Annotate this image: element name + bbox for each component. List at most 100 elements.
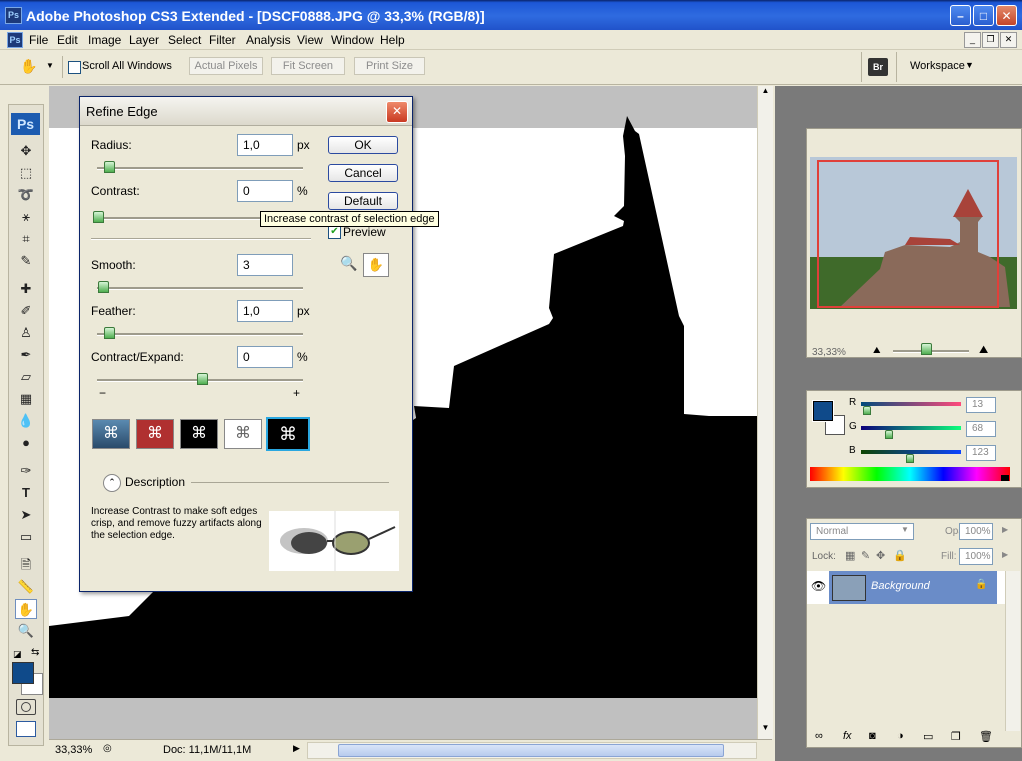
crop-tool-icon[interactable]: ⌗ <box>15 229 37 249</box>
menu-view[interactable]: View <box>297 33 323 47</box>
layer-selected-bg[interactable]: Background 🔒 <box>829 571 997 604</box>
brush-tool-icon[interactable]: ✐ <box>15 301 37 321</box>
zoom-tool-icon[interactable]: 🔍 <box>15 621 37 641</box>
radius-slider-thumb[interactable] <box>104 161 115 173</box>
hand-tool-dialog-icon[interactable]: ✋ <box>363 253 389 277</box>
dodge-tool-icon[interactable]: ● <box>15 433 37 453</box>
menu-filter[interactable]: Filter <box>209 33 236 47</box>
eyedropper-tool-icon[interactable]: ✎ <box>15 251 37 271</box>
preview-checkbox[interactable]: ✔ <box>328 226 341 239</box>
ok-button[interactable]: OK <box>328 136 398 154</box>
color-spectrum-ramp[interactable] <box>810 467 1010 481</box>
contract-expand-field[interactable]: 0 <box>237 346 293 368</box>
add-mask-icon[interactable]: ◙ <box>869 730 876 742</box>
zoom-readout[interactable]: 33,33% <box>55 744 92 756</box>
blur-tool-icon[interactable]: 💧 <box>15 411 37 431</box>
maximize-button[interactable]: □ <box>973 5 994 26</box>
new-layer-icon[interactable]: ❐ <box>951 730 961 743</box>
horizontal-scrollbar[interactable] <box>307 742 757 759</box>
document-icon[interactable]: Ps <box>7 32 23 48</box>
menu-analysis[interactable]: Analysis <box>246 33 291 47</box>
fill-field[interactable]: 100% <box>959 548 993 565</box>
eraser-tool-icon[interactable]: ▱ <box>15 367 37 387</box>
screen-mode-icon[interactable] <box>16 721 36 737</box>
default-colors-icon[interactable]: ◪ <box>13 649 22 660</box>
magic-wand-tool-icon[interactable]: ⚹ <box>15 207 37 227</box>
shape-tool-icon[interactable]: ▭ <box>15 527 37 547</box>
layer-name[interactable]: Background <box>871 580 930 592</box>
close-window-button[interactable]: ✕ <box>996 5 1017 26</box>
quick-mask-icon[interactable] <box>16 699 36 715</box>
visibility-eye-icon[interactable]: 👁 <box>811 579 826 593</box>
ruler-tool-icon[interactable]: 📏 <box>15 577 37 597</box>
link-layers-icon[interactable]: ∞ <box>815 730 823 742</box>
contrast-field[interactable]: 0 <box>237 180 293 202</box>
smooth-slider-track[interactable] <box>97 287 303 290</box>
lock-pixels-icon[interactable]: ✎ <box>861 549 870 562</box>
actual-pixels-button[interactable]: Actual Pixels <box>189 57 263 75</box>
contract-expand-slider-thumb[interactable] <box>197 373 208 385</box>
opacity-arrow-icon[interactable]: ▶ <box>1002 525 1008 534</box>
feather-slider-track[interactable] <box>97 333 303 336</box>
navigator-zoom-value[interactable]: 33,33% <box>812 347 846 358</box>
workspace-dropdown-icon[interactable]: ▼ <box>965 60 974 70</box>
scroll-down-icon[interactable]: ▼ <box>759 723 772 737</box>
zoom-slider-thumb[interactable] <box>921 343 932 355</box>
layer-row[interactable]: 👁 Background 🔒 <box>807 571 1005 604</box>
radius-slider-track[interactable] <box>97 167 303 170</box>
lasso-tool-icon[interactable]: ➰ <box>15 185 37 205</box>
status-menu-icon[interactable]: ◎ <box>103 743 112 754</box>
red-value-field[interactable]: 13 <box>966 397 996 413</box>
blue-value-field[interactable]: 123 <box>966 445 996 461</box>
lock-all-icon[interactable]: 🔒 <box>893 549 907 562</box>
hand-tool-icon[interactable]: ✋ <box>15 599 37 619</box>
fx-icon[interactable]: fx <box>843 730 852 742</box>
radius-field[interactable]: 1,0 <box>237 134 293 156</box>
scroll-up-icon[interactable]: ▲ <box>759 86 772 100</box>
scroll-thumb[interactable] <box>338 744 724 757</box>
blue-slider-thumb[interactable] <box>906 454 914 463</box>
pen-tool-icon[interactable]: ✑ <box>15 461 37 481</box>
move-tool-icon[interactable]: ✥ <box>15 141 37 161</box>
smooth-slider-thumb[interactable] <box>98 281 109 293</box>
scroll-all-windows-checkbox[interactable] <box>68 61 81 74</box>
zoom-in-icon[interactable]: ⛰ <box>979 344 988 357</box>
menu-image[interactable]: Image <box>88 33 121 47</box>
foreground-color-swatch[interactable] <box>12 662 34 684</box>
red-slider-thumb[interactable] <box>863 406 871 415</box>
swap-colors-icon[interactable]: ⇆ <box>31 647 39 658</box>
view-on-black-thumbnail[interactable]: ⌘ <box>180 419 218 449</box>
path-selection-tool-icon[interactable]: ➤ <box>15 505 37 525</box>
menu-file[interactable]: File <box>29 33 48 47</box>
view-on-white-thumbnail[interactable]: ⌘ <box>224 419 262 449</box>
doc-minimize-button[interactable]: _ <box>964 32 981 48</box>
menu-select[interactable]: Select <box>168 33 201 47</box>
print-size-button[interactable]: Print Size <box>354 57 425 75</box>
hand-tool-preset-icon[interactable]: ✋ <box>20 58 37 75</box>
new-group-icon[interactable]: ▭ <box>923 730 933 743</box>
vertical-scrollbar[interactable]: ▲ ▼ <box>757 86 773 739</box>
view-quick-mask-thumbnail[interactable]: ⌘ <box>136 419 174 449</box>
green-slider-track[interactable] <box>861 426 961 430</box>
menu-window[interactable]: Window <box>331 33 374 47</box>
menu-edit[interactable]: Edit <box>57 33 78 47</box>
doc-restore-button[interactable]: ❐ <box>982 32 999 48</box>
default-button[interactable]: Default <box>328 192 398 210</box>
bridge-icon[interactable]: Br <box>868 58 888 76</box>
opacity-field[interactable]: 100% <box>959 523 993 540</box>
minimize-button[interactable]: – <box>950 5 971 26</box>
marquee-tool-icon[interactable]: ⬚ <box>15 163 37 183</box>
gradient-tool-icon[interactable]: ▦ <box>15 389 37 409</box>
zoom-tool-dialog-icon[interactable]: 🔍 <box>340 255 357 272</box>
green-value-field[interactable]: 68 <box>966 421 996 437</box>
notes-tool-icon[interactable]: 🗎 <box>15 555 37 575</box>
view-standard-thumbnail[interactable]: ⌘ <box>92 419 130 449</box>
workspace-menu[interactable]: Workspace <box>910 60 965 72</box>
doc-close-button[interactable]: ✕ <box>1000 32 1017 48</box>
description-collapse-icon[interactable]: ⌃ <box>103 474 121 492</box>
color-foreground-swatch[interactable] <box>812 400 834 422</box>
healing-brush-tool-icon[interactable]: ✚ <box>15 279 37 299</box>
contrast-slider-thumb[interactable] <box>93 211 104 223</box>
zoom-out-icon[interactable]: ⛰ <box>873 345 881 356</box>
feather-slider-thumb[interactable] <box>104 327 115 339</box>
